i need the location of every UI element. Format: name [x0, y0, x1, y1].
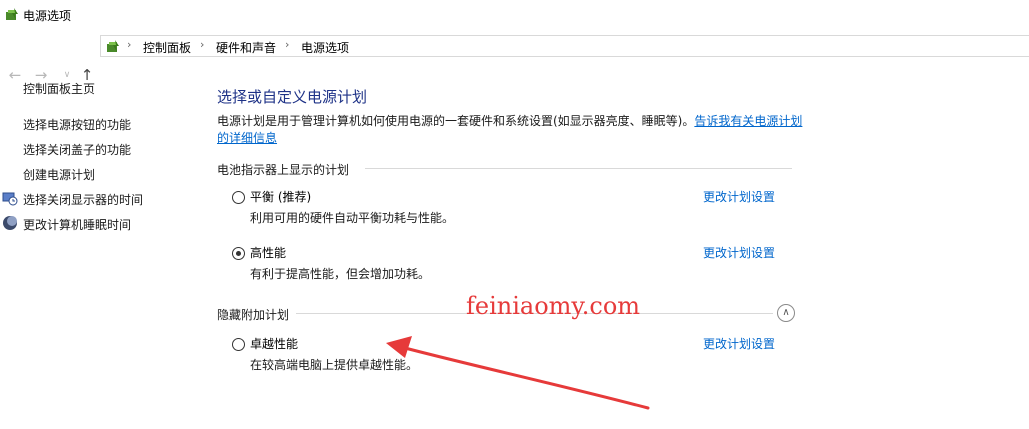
- red-arrow-annotation: [386, 336, 650, 410]
